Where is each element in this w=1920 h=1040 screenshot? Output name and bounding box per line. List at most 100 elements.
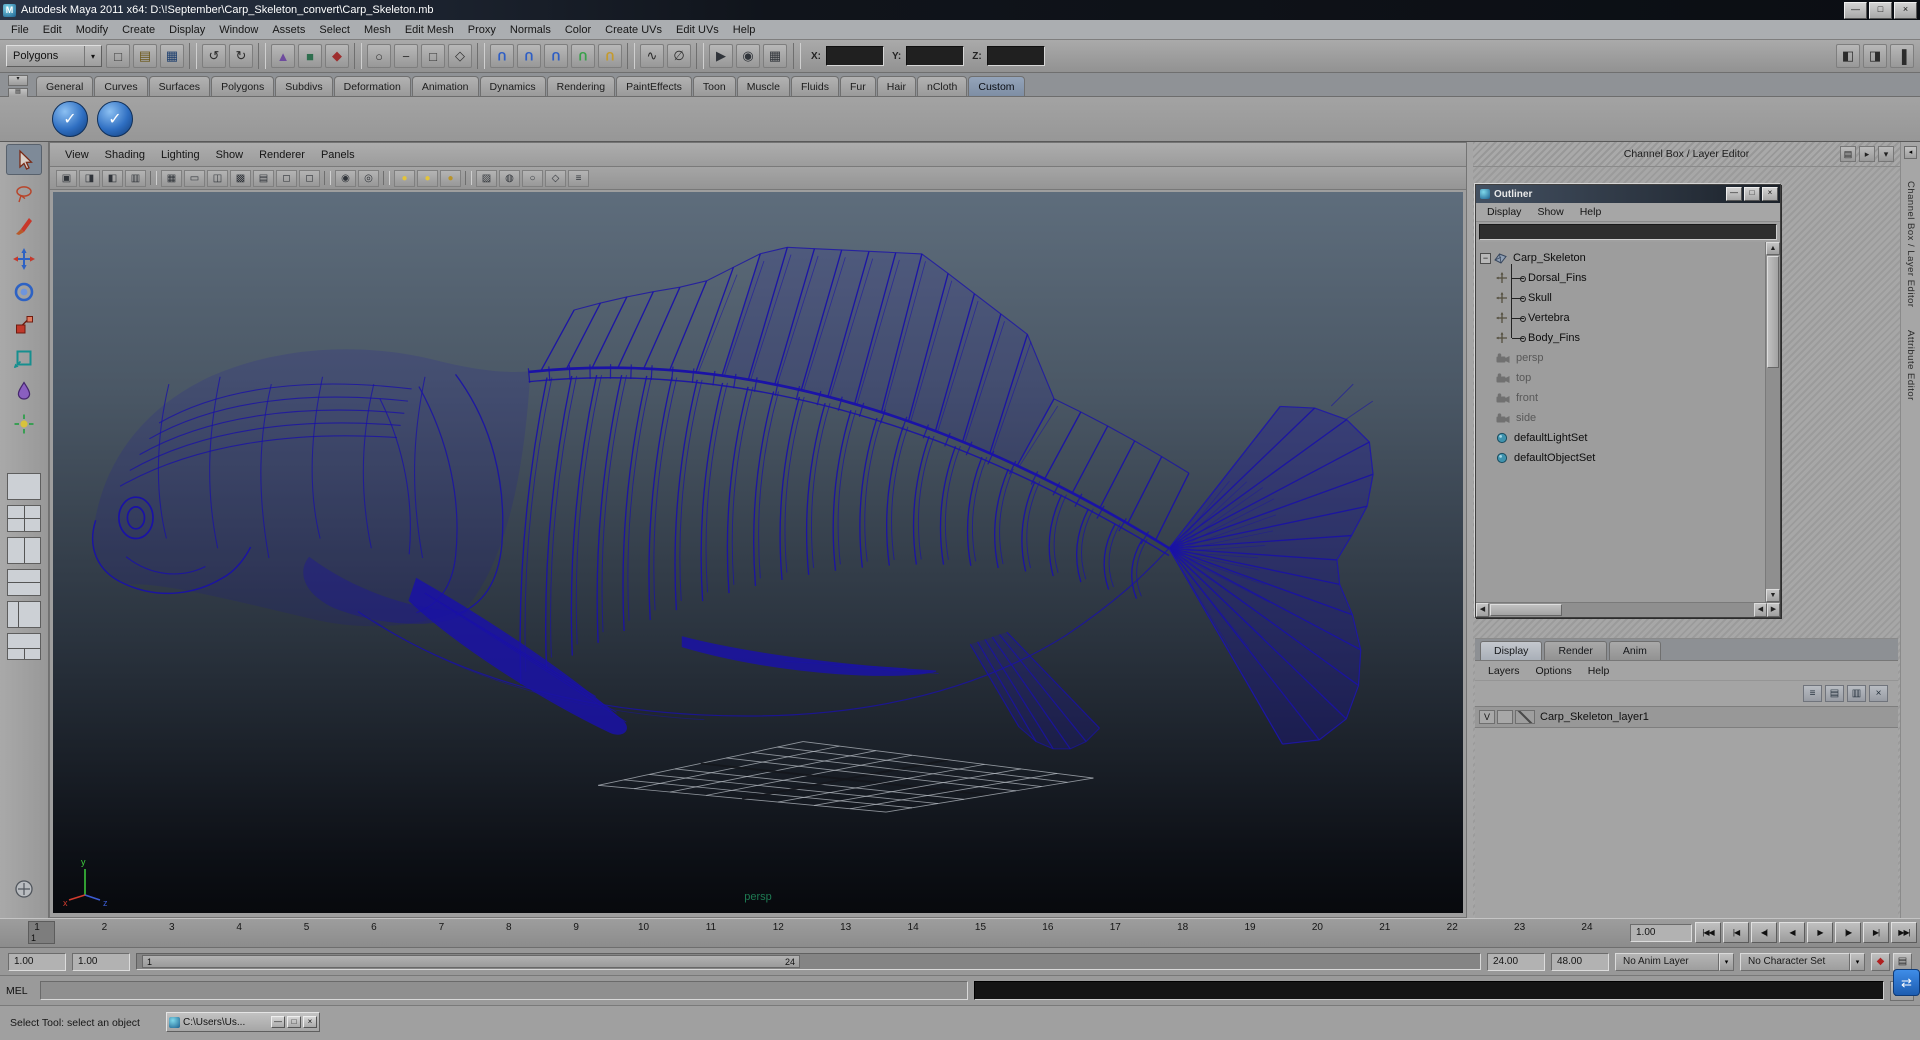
character-set-value[interactable]: No Character Set bbox=[1740, 952, 1850, 971]
viewport-menu-show[interactable]: Show bbox=[209, 147, 251, 163]
shelf-tab-surfaces[interactable]: Surfaces bbox=[148, 76, 211, 96]
animation-end-field[interactable]: 48.00 bbox=[1551, 952, 1609, 971]
channel-options-icon[interactable]: ▾ bbox=[1878, 146, 1894, 162]
z-coordinate-input[interactable] bbox=[986, 46, 1045, 66]
select-component-icon[interactable]: ◆ bbox=[325, 44, 349, 68]
menu-display[interactable]: Display bbox=[162, 22, 212, 38]
redo-icon[interactable]: ↻ bbox=[229, 44, 253, 68]
mini-close-button[interactable]: × bbox=[303, 1016, 317, 1028]
outliner-vertical-scrollbar[interactable]: ▲ ▼ bbox=[1765, 242, 1780, 602]
outliner-item-side[interactable]: side bbox=[1476, 408, 1765, 428]
outliner-item-skull[interactable]: Skull bbox=[1476, 288, 1765, 308]
mask-points-icon[interactable]: ○ bbox=[367, 44, 391, 68]
playback-speed-field[interactable]: 1.00 bbox=[1630, 923, 1692, 942]
outliner-item-dorsal-fins[interactable]: Dorsal_Fins bbox=[1476, 268, 1765, 288]
menu-window[interactable]: Window bbox=[212, 22, 265, 38]
outliner-item-defaultobjectset[interactable]: defaultObjectSet bbox=[1476, 448, 1765, 468]
open-attribute-editor-icon[interactable]: ◨ bbox=[1863, 44, 1887, 68]
menu-edit[interactable]: Edit bbox=[36, 22, 69, 38]
menu-modify[interactable]: Modify bbox=[69, 22, 115, 38]
go-to-start-button[interactable]: |◀◀ bbox=[1695, 922, 1721, 943]
layer-editor-tab-anim[interactable]: Anim bbox=[1608, 641, 1661, 660]
outliner-item-body-fins[interactable]: Body_Fins bbox=[1476, 328, 1765, 348]
shelf-tab-custom[interactable]: Custom bbox=[968, 76, 1025, 96]
all-lights-icon[interactable]: ● bbox=[417, 169, 438, 187]
viewport-menu-shading[interactable]: Shading bbox=[98, 147, 152, 163]
outliner-item-carp-skeleton[interactable]: − Carp_Skeleton bbox=[1476, 248, 1765, 268]
shelf-tab-curves[interactable]: Curves bbox=[94, 76, 148, 96]
layer-row[interactable]: V Carp_Skeleton_layer1 bbox=[1475, 706, 1898, 728]
wireframe-on-shaded-icon[interactable]: ◍ bbox=[499, 169, 520, 187]
tab-attribute-editor[interactable]: Attribute Editor bbox=[1905, 330, 1916, 401]
camera-attributes-icon[interactable]: ◨ bbox=[79, 169, 100, 187]
menu-mesh[interactable]: Mesh bbox=[357, 22, 398, 38]
x-coordinate-input[interactable] bbox=[826, 46, 884, 66]
play-forwards-button[interactable]: ▶ bbox=[1807, 922, 1833, 943]
menu-normals[interactable]: Normals bbox=[503, 22, 558, 38]
outliner-item-vertebra[interactable]: Vertebra bbox=[1476, 308, 1765, 328]
default-lighting-icon[interactable]: ● bbox=[394, 169, 415, 187]
image-plane-icon[interactable]: ▥ bbox=[125, 169, 146, 187]
undo-icon[interactable]: ↺ bbox=[202, 44, 226, 68]
no-construction-history-icon[interactable]: ∅ bbox=[667, 44, 691, 68]
shadows-icon[interactable]: ● bbox=[440, 169, 461, 187]
menu-proxy[interactable]: Proxy bbox=[461, 22, 503, 38]
universal-manipulator-tool[interactable] bbox=[6, 342, 42, 373]
command-input-field[interactable] bbox=[40, 981, 968, 1000]
gate-mask-icon[interactable]: ▩ bbox=[230, 169, 251, 187]
scrollbar-thumb[interactable] bbox=[1490, 604, 1562, 616]
outliner-horizontal-scrollbar[interactable]: ◀ ◀ ▶ bbox=[1476, 602, 1780, 617]
new-scene-icon[interactable]: □ bbox=[106, 44, 130, 68]
layer-color-swatch[interactable] bbox=[1515, 710, 1535, 724]
viewport-menu-renderer[interactable]: Renderer bbox=[252, 147, 312, 163]
resolution-gate-icon[interactable]: ◫ bbox=[207, 169, 228, 187]
viewport-3d-view[interactable]: persp y x z bbox=[53, 192, 1463, 913]
mask-faces-icon[interactable]: □ bbox=[421, 44, 445, 68]
open-scene-icon[interactable]: ▤ bbox=[133, 44, 157, 68]
layer-editor-menu-help[interactable]: Help bbox=[1581, 664, 1617, 678]
hypergraph-persp-layout[interactable] bbox=[7, 633, 41, 660]
film-gate-icon[interactable]: ▭ bbox=[184, 169, 205, 187]
shelf-tab-rendering[interactable]: Rendering bbox=[546, 76, 616, 96]
outliner-item-top[interactable]: top bbox=[1476, 368, 1765, 388]
step-back-key-button[interactable]: |◀ bbox=[1723, 922, 1749, 943]
range-slider[interactable]: 1 24 bbox=[136, 953, 1481, 970]
shelf-tab-deformation[interactable]: Deformation bbox=[333, 76, 411, 96]
rotate-tool[interactable] bbox=[6, 276, 42, 307]
shelf-tab-subdivs[interactable]: Subdivs bbox=[275, 76, 333, 96]
channel-speed-icon[interactable]: ▸ bbox=[1859, 146, 1875, 162]
shelf-tab-dynamics[interactable]: Dynamics bbox=[479, 76, 546, 96]
anim-layer-dropdown[interactable]: No Anim Layer ▾ bbox=[1615, 952, 1734, 971]
snap-to-plane-icon[interactable]: U bbox=[571, 44, 595, 68]
layer-editor-menu-layers[interactable]: Layers bbox=[1481, 664, 1527, 678]
custom-shelf-button-2[interactable]: ✓ bbox=[97, 101, 133, 137]
layer-editor-tab-display[interactable]: Display bbox=[1480, 641, 1543, 660]
field-chart-icon[interactable]: ▤ bbox=[253, 169, 274, 187]
outliner-item-persp[interactable]: persp bbox=[1476, 348, 1765, 368]
safe-action-icon[interactable]: ◻ bbox=[276, 169, 297, 187]
scroll-down-icon[interactable]: ▼ bbox=[1766, 589, 1780, 602]
outliner-item-front[interactable]: front bbox=[1476, 388, 1765, 408]
snap-to-curve-icon[interactable]: U bbox=[517, 44, 541, 68]
viewport-menu-lighting[interactable]: Lighting bbox=[154, 147, 207, 163]
custom-shelf-button-1[interactable]: ✓ bbox=[52, 101, 88, 137]
menu-file[interactable]: File bbox=[4, 22, 36, 38]
playback-end-field[interactable]: 24.00 bbox=[1487, 952, 1545, 971]
menu-color[interactable]: Color bbox=[558, 22, 598, 38]
shelf-tab-polygons[interactable]: Polygons bbox=[211, 76, 275, 96]
select-object-icon[interactable]: ■ bbox=[298, 44, 322, 68]
toolbar-separator[interactable] bbox=[793, 43, 801, 69]
y-coordinate-input[interactable] bbox=[906, 46, 965, 66]
overlay-arrows-icon[interactable]: ⇄ bbox=[1893, 969, 1920, 996]
toolbar-separator[interactable] bbox=[258, 43, 266, 69]
show-manipulator-tool[interactable] bbox=[6, 408, 42, 439]
animation-preferences-button[interactable]: ▤ bbox=[1893, 952, 1912, 971]
outliner-title-bar[interactable]: Outliner — □ × bbox=[1476, 185, 1780, 203]
mask-lines-icon[interactable]: − bbox=[394, 44, 418, 68]
tab-channel-box-layer-editor[interactable]: Channel Box / Layer Editor bbox=[1905, 181, 1916, 308]
lasso-tool[interactable] bbox=[6, 177, 42, 208]
play-backwards-button[interactable]: ◀ bbox=[1779, 922, 1805, 943]
new-layer-from-selected-icon[interactable]: ▥ bbox=[1847, 685, 1866, 702]
viewport-menu-view[interactable]: View bbox=[58, 147, 96, 163]
collapse-panel-icon[interactable]: ◂ bbox=[1904, 146, 1917, 159]
